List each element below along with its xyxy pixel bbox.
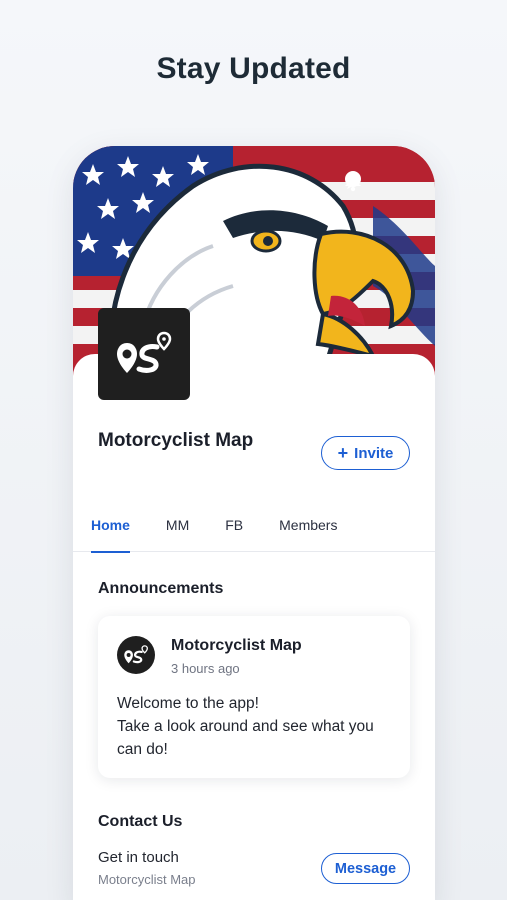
invite-button[interactable]: + Invite [321,436,410,470]
tab-fb[interactable]: FB [225,506,243,552]
contact-label: Get in touch [98,849,179,866]
tab-home[interactable]: Home [91,506,130,553]
post-author: Motorcyclist Map [171,637,302,654]
group-name: Motorcyclist Map [98,430,254,451]
group-logo [98,308,190,400]
phone-frame: Motorcyclist Map + Invite Home MM FB Mem… [73,146,435,900]
tab-mm[interactable]: MM [166,506,189,552]
contact-sublabel: Motorcyclist Map [98,872,196,887]
map-pin-route-logo [117,331,172,373]
post-timestamp: 3 hours ago [171,661,240,676]
post-body: Welcome to the app! Take a look around a… [117,692,397,761]
tab-members[interactable]: Members [279,506,337,552]
post-body-line-2: Take a look around and see what you can … [117,718,374,758]
announcements-heading: Announcements [98,580,224,597]
message-button[interactable]: Message [321,853,410,884]
announcement-post[interactable]: Motorcyclist Map 3 hours ago Welcome to … [98,616,410,778]
avatar [117,636,155,674]
tab-bar: Home MM FB Members [73,506,435,553]
page-headline: Stay Updated [156,52,351,85]
contact-heading: Contact Us [98,813,183,830]
header-actions [343,170,411,192]
plus-icon: + [337,443,349,463]
notification-bell-icon[interactable] [345,170,411,192]
invite-button-label: Invite [354,444,394,462]
post-body-line-1: Welcome to the app! [117,695,259,712]
